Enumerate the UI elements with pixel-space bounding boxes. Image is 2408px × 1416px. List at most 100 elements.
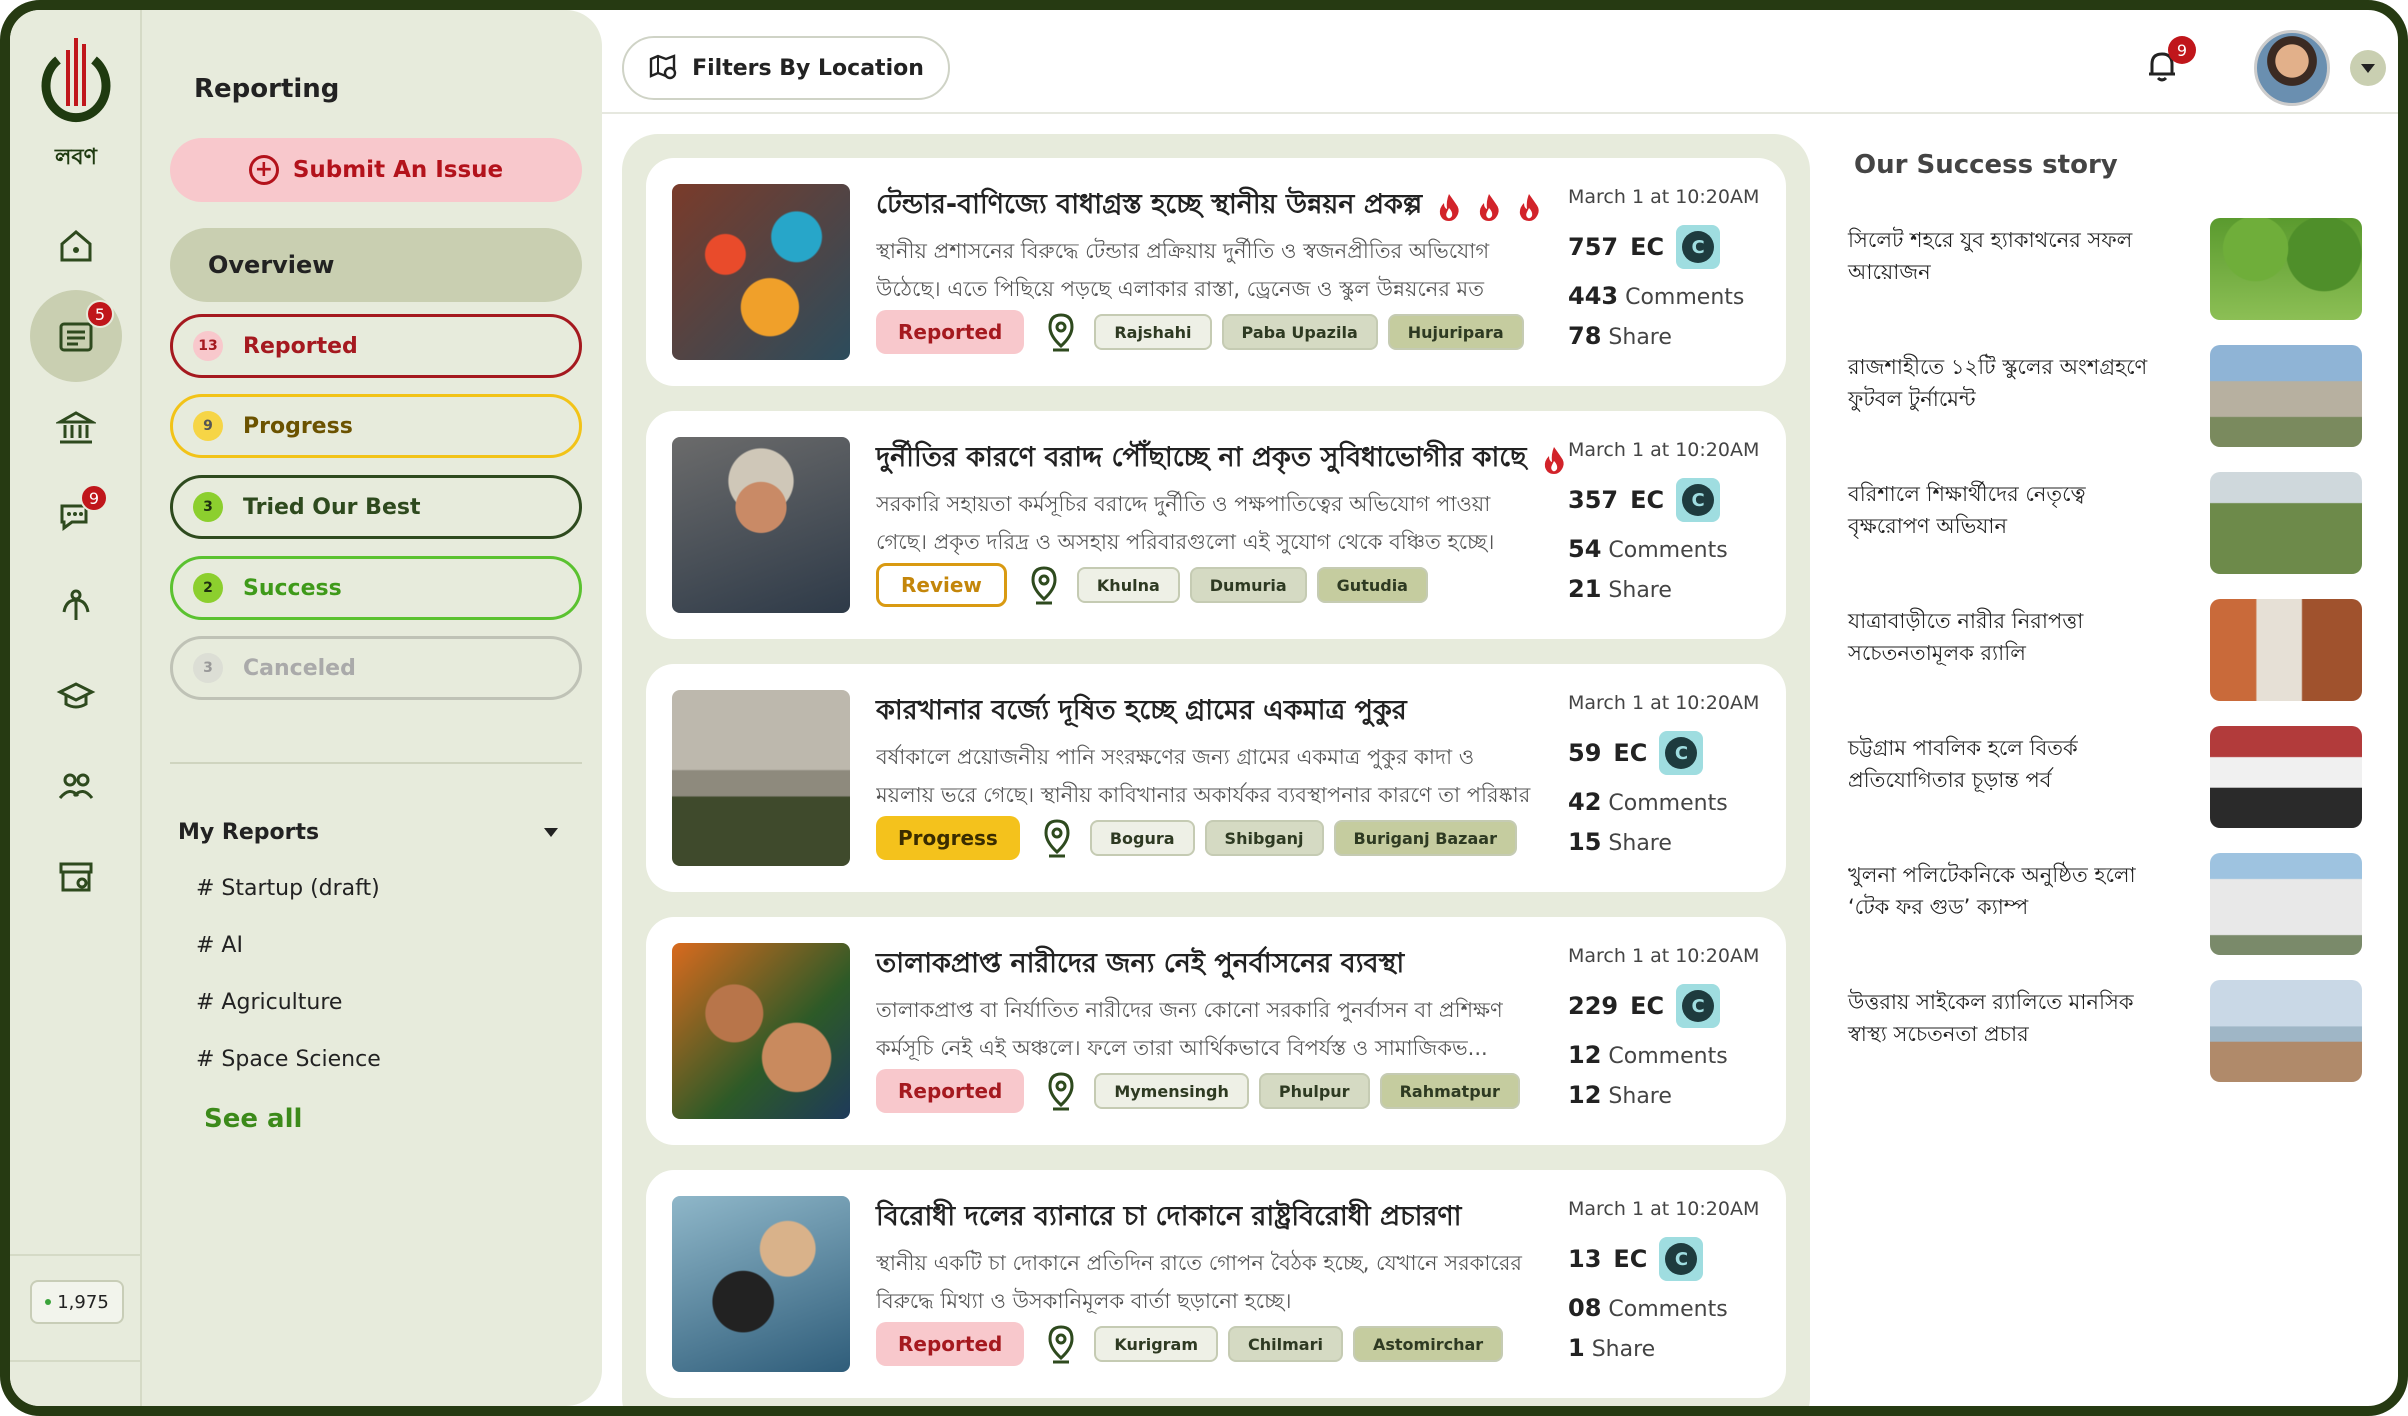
share-count[interactable]: 15 Share — [1568, 828, 1759, 856]
success-story-item[interactable]: সিলেট শহরে যুব হ্যাকাথনের সফল আয়োজন — [1848, 218, 2362, 320]
share-label: Share — [1591, 1337, 1656, 1362]
comments-value: 443 — [1568, 282, 1619, 310]
issue-status-badge[interactable]: Progress — [876, 816, 1020, 860]
overview-button[interactable]: Overview — [170, 228, 582, 302]
rail-education[interactable] — [44, 664, 108, 728]
location-tag[interactable]: Phulpur — [1258, 1073, 1370, 1109]
location-tag[interactable]: Chilmari — [1228, 1326, 1343, 1362]
status-filter-tried-our-best[interactable]: 3 Tried Our Best — [170, 475, 582, 539]
success-story-image[interactable] — [2210, 472, 2362, 574]
my-report-item[interactable]: # Agriculture — [196, 990, 342, 1015]
location-tag[interactable]: Astomirchar — [1352, 1326, 1504, 1362]
ec-counter[interactable]: 229 EC C — [1568, 983, 1759, 1029]
location-tag[interactable]: Shibganj — [1204, 820, 1324, 856]
success-story-item[interactable]: রাজশাহীতে ১২টি স্কুলের অংশগ্রহণে ফুটবল ট… — [1848, 345, 2362, 447]
issue-title-row[interactable]: দুর্নীতির কারণে বরাদ্দ পৌঁছাচ্ছে না প্রক… — [876, 437, 1567, 482]
location-tag[interactable]: Buriganj Bazaar — [1333, 820, 1517, 856]
see-all-link[interactable]: See all — [204, 1104, 302, 1134]
rail-messages[interactable]: 9 — [44, 484, 108, 548]
issue-thumbnail[interactable] — [672, 943, 850, 1119]
location-tag[interactable]: Mymensingh — [1094, 1073, 1249, 1109]
location-tag[interactable]: Rajshahi — [1094, 314, 1212, 350]
issue-card[interactable]: বিরোধী দলের ব্যানারে চা দোকানে রাষ্ট্রবি… — [646, 1170, 1786, 1398]
comments-count[interactable]: 12 Comments — [1568, 1041, 1759, 1069]
issue-card[interactable]: দুর্নীতির কারণে বরাদ্দ পৌঁছাচ্ছে না প্রক… — [646, 411, 1786, 639]
ec-counter[interactable]: 357 EC C — [1568, 477, 1759, 523]
issue-status-badge[interactable]: Reported — [876, 1322, 1025, 1366]
status-filter-canceled[interactable]: 3 Canceled — [170, 636, 582, 700]
success-story-item[interactable]: চট্টগ্রাম পাবলিক হলে বিতর্ক প্রতিযোগিতার… — [1848, 726, 2362, 828]
location-tag[interactable]: Hujuripara — [1387, 314, 1524, 350]
success-story-item[interactable]: বরিশালে শিক্ষার্থীদের নেতৃত্বে বৃক্ষরোপণ… — [1848, 472, 2362, 574]
rail-institution[interactable] — [44, 396, 108, 460]
comments-count[interactable]: 54 Comments — [1568, 535, 1759, 563]
ec-counter[interactable]: 59 EC C — [1568, 730, 1759, 776]
notification-badge: 9 — [2168, 36, 2196, 64]
sidebar-title: Reporting — [194, 74, 340, 104]
location-tag[interactable]: Bogura — [1089, 820, 1195, 856]
location-tag[interactable]: Kurigram — [1094, 1326, 1219, 1362]
success-story-item[interactable]: উত্তরায় সাইকেল র‍্যালিতে মানসিক স্বাস্থ… — [1848, 980, 2362, 1082]
status-filter-success[interactable]: 2 Success — [170, 556, 582, 620]
filter-by-location-button[interactable]: Filters By Location — [622, 36, 950, 100]
location-tag[interactable]: Gutudia — [1316, 567, 1428, 603]
rail-agriculture[interactable] — [44, 574, 108, 638]
issue-card[interactable]: টেন্ডার-বাণিজ্যে বাধাগ্রস্ত হচ্ছে স্থানী… — [646, 158, 1786, 386]
my-report-item[interactable]: # Space Science — [196, 1047, 381, 1072]
comments-count[interactable]: 443 Comments — [1568, 282, 1759, 310]
status-filter-reported[interactable]: 13 Reported — [170, 314, 582, 378]
success-story-image[interactable] — [2210, 980, 2362, 1082]
issue-card[interactable]: তালাকপ্রাপ্ত নারীদের জন্য নেই পুনর্বাসনে… — [646, 917, 1786, 1145]
success-story-item[interactable]: খুলনা পলিটেকনিকে অনুষ্ঠিত হলো ‘টেক ফর গু… — [1848, 853, 2362, 955]
issue-title-row[interactable]: তালাকপ্রাপ্ত নারীদের জন্য নেই পুনর্বাসনে… — [876, 943, 1404, 988]
issue-title-row[interactable]: কারখানার বর্জ্যে দূষিত হচ্ছে গ্রামের একম… — [876, 690, 1407, 735]
issue-card[interactable]: কারখানার বর্জ্যে দূষিত হচ্ছে গ্রামের একম… — [646, 664, 1786, 892]
location-tag[interactable]: Dumuria — [1189, 567, 1307, 603]
location-tag[interactable]: Paba Upazila — [1221, 314, 1378, 350]
my-reports-toggle[interactable]: My Reports — [178, 820, 558, 845]
success-story-image[interactable] — [2210, 853, 2362, 955]
issue-status-badge[interactable]: Reported — [876, 1069, 1025, 1113]
ec-coin-icon[interactable]: C — [1676, 225, 1721, 269]
ec-value: 13 — [1568, 1245, 1602, 1273]
share-count[interactable]: 78 Share — [1568, 322, 1759, 350]
rail-home[interactable] — [44, 214, 108, 278]
success-story-item[interactable]: যাত্রাবাড়ীতে নারীর নিরাপত্তা সচেতনতামূল… — [1848, 599, 2362, 701]
ec-counter[interactable]: 13 EC C — [1568, 1236, 1759, 1282]
rail-community[interactable] — [44, 754, 108, 818]
share-count[interactable]: 12 Share — [1568, 1081, 1759, 1109]
my-report-item[interactable]: # Startup (draft) — [196, 876, 380, 901]
location-tag[interactable]: Khulna — [1076, 567, 1180, 603]
issue-thumbnail[interactable] — [672, 690, 850, 866]
share-count[interactable]: 21 Share — [1568, 575, 1759, 603]
issue-status-badge[interactable]: Review — [876, 563, 1007, 607]
rail-marketplace[interactable] — [44, 844, 108, 908]
status-filter-progress[interactable]: 9 Progress — [170, 394, 582, 458]
user-avatar[interactable] — [2254, 30, 2330, 106]
location-tag[interactable]: Rahmatpur — [1379, 1073, 1520, 1109]
submit-issue-button[interactable]: + Submit An Issue — [170, 138, 582, 202]
share-count[interactable]: 1 Share — [1568, 1334, 1759, 1362]
ec-coin-icon[interactable]: C — [1676, 478, 1721, 522]
ec-counter[interactable]: 757 EC C — [1568, 224, 1759, 270]
success-story-image[interactable] — [2210, 345, 2362, 447]
issue-thumbnail[interactable] — [672, 1196, 850, 1372]
issue-title-row[interactable]: বিরোধী দলের ব্যানারে চা দোকানে রাষ্ট্রবি… — [876, 1196, 1462, 1241]
issue-thumbnail[interactable] — [672, 437, 850, 613]
comments-count[interactable]: 42 Comments — [1568, 788, 1759, 816]
issue-title: বিরোধী দলের ব্যানারে চা দোকানে রাষ্ট্রবি… — [876, 1201, 1462, 1232]
rail-reports[interactable]: 5 — [30, 290, 122, 382]
account-menu-button[interactable] — [2350, 50, 2386, 86]
success-story-image[interactable] — [2210, 599, 2362, 701]
ec-coin-icon[interactable]: C — [1676, 984, 1721, 1028]
ec-coin-icon[interactable]: C — [1659, 731, 1704, 775]
issue-thumbnail[interactable] — [672, 184, 850, 360]
issue-title-row[interactable]: টেন্ডার-বাণিজ্যে বাধাগ্রস্ত হচ্ছে স্থানী… — [876, 184, 1542, 229]
logo[interactable]: লবণ — [38, 30, 114, 170]
my-report-item[interactable]: # AI — [196, 933, 243, 958]
comments-count[interactable]: 08 Comments — [1568, 1294, 1759, 1322]
ec-coin-icon[interactable]: C — [1659, 1237, 1704, 1281]
success-story-image[interactable] — [2210, 218, 2362, 320]
issue-status-badge[interactable]: Reported — [876, 310, 1025, 354]
success-story-image[interactable] — [2210, 726, 2362, 828]
